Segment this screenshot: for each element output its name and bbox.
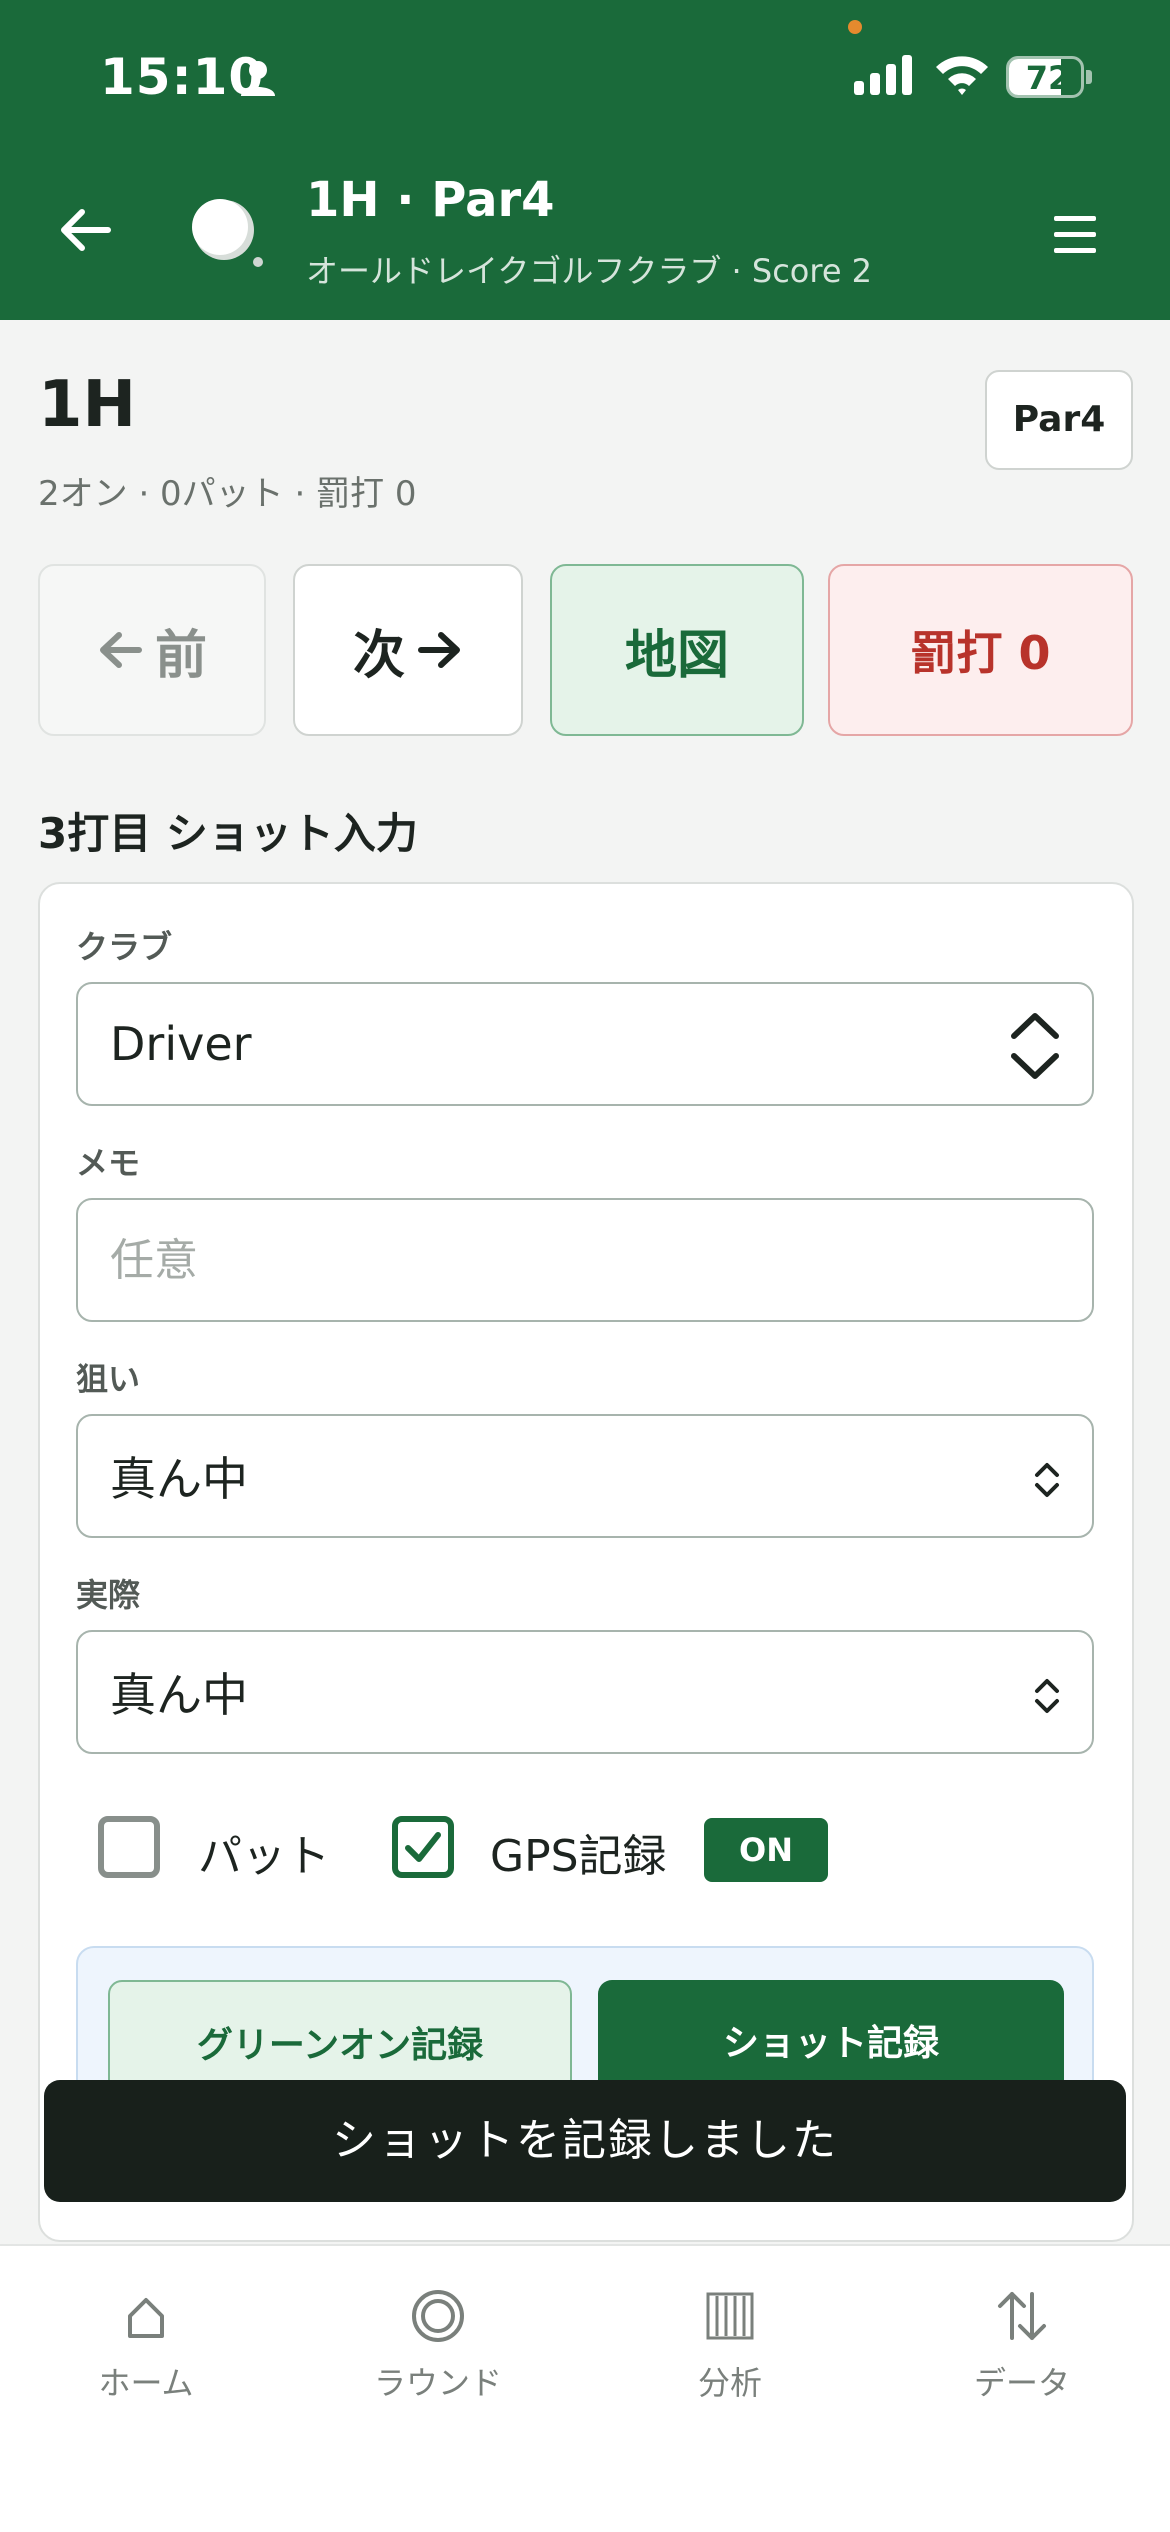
tab-home[interactable]: ホーム bbox=[0, 2286, 292, 2416]
next-hole-button[interactable]: 次 bbox=[293, 564, 523, 736]
putt-label: パット bbox=[198, 1831, 330, 1882]
memo-field[interactable] bbox=[76, 1198, 1094, 1322]
hamburger-menu-icon[interactable] bbox=[1052, 214, 1098, 254]
data-sort-icon bbox=[998, 2292, 1046, 2340]
tab-data[interactable]: データ bbox=[876, 2286, 1168, 2416]
person-icon bbox=[241, 61, 275, 96]
next-label: 次 bbox=[352, 625, 405, 686]
tab-home-label: ホーム bbox=[98, 2364, 194, 2402]
map-button[interactable]: 地図 bbox=[550, 564, 804, 736]
status-bar: 15:10 72 bbox=[0, 0, 1170, 150]
battery-level: 72 bbox=[1025, 59, 1071, 97]
actual-value: 真ん中 bbox=[110, 1668, 248, 1722]
target-value: 真ん中 bbox=[110, 1452, 248, 1506]
gps-checkbox[interactable] bbox=[392, 1816, 454, 1878]
home-icon bbox=[128, 2298, 164, 2338]
analysis-icon bbox=[706, 2292, 754, 2340]
battery-icon: 72 bbox=[1006, 56, 1092, 98]
chevron-up-down-icon bbox=[1011, 1013, 1059, 1079]
header-title: 1H · Par4 bbox=[306, 172, 555, 228]
round-icon bbox=[412, 2290, 464, 2342]
header-subtitle: オールドレイクゴルフクラブ · Score 2 bbox=[306, 252, 873, 290]
gps-label: GPS記録 bbox=[490, 1831, 667, 1882]
target-select[interactable]: 真ん中 bbox=[76, 1414, 1094, 1538]
club-value: Driver bbox=[110, 1017, 252, 1071]
tab-round[interactable]: ラウンド bbox=[292, 2286, 584, 2416]
prev-label: 前 bbox=[154, 625, 207, 686]
memo-input[interactable] bbox=[110, 1234, 1010, 1286]
par-badge: Par4 bbox=[985, 370, 1133, 470]
back-arrow-icon[interactable] bbox=[56, 200, 116, 260]
wifi-icon bbox=[936, 56, 988, 95]
target-label: 狙い bbox=[76, 1360, 141, 1398]
options-row: パット GPS記録 bbox=[0, 1816, 1170, 1886]
penalty-button[interactable]: 罰打 0 bbox=[828, 564, 1133, 736]
tab-analysis-label: 分析 bbox=[697, 2364, 762, 2402]
club-select[interactable]: Driver bbox=[76, 982, 1094, 1106]
shot-input-title: 3打目 ショット入力 bbox=[38, 809, 418, 858]
chevron-up-down-icon bbox=[1035, 1463, 1059, 1497]
tab-data-label: データ bbox=[973, 2364, 1070, 2402]
arrow-left-icon bbox=[99, 632, 142, 668]
privacy-indicator bbox=[848, 20, 862, 34]
golf-ball-icon bbox=[192, 199, 263, 267]
hole-stats: 2オン · 0パット · 罰打 0 bbox=[38, 474, 417, 514]
signal-icon bbox=[854, 55, 912, 95]
chevron-up-down-icon bbox=[1035, 1679, 1059, 1713]
checkmark-icon bbox=[405, 1832, 441, 1862]
prev-hole-button[interactable]: 前 bbox=[38, 564, 266, 736]
gps-on-badge: ON bbox=[704, 1818, 828, 1882]
tab-round-label: ラウンド bbox=[373, 2364, 502, 2402]
arrow-right-icon bbox=[418, 632, 460, 668]
toast-message: ショットを記録しました bbox=[44, 2080, 1126, 2202]
tab-analysis[interactable]: 分析 bbox=[584, 2286, 876, 2416]
hole-name: 1H bbox=[38, 368, 137, 442]
app-header: 15:10 72 1H · Par4 オールドレイクゴルフクラブ · Score… bbox=[0, 0, 1170, 320]
bottom-tab-bar: ホーム ラウンド 分析 データ bbox=[0, 2244, 1170, 2532]
club-label: クラブ bbox=[76, 928, 173, 966]
actual-select[interactable]: 真ん中 bbox=[76, 1630, 1094, 1754]
putt-checkbox[interactable] bbox=[98, 1816, 160, 1878]
memo-label: メモ bbox=[76, 1144, 141, 1182]
actual-label: 実際 bbox=[76, 1576, 141, 1614]
